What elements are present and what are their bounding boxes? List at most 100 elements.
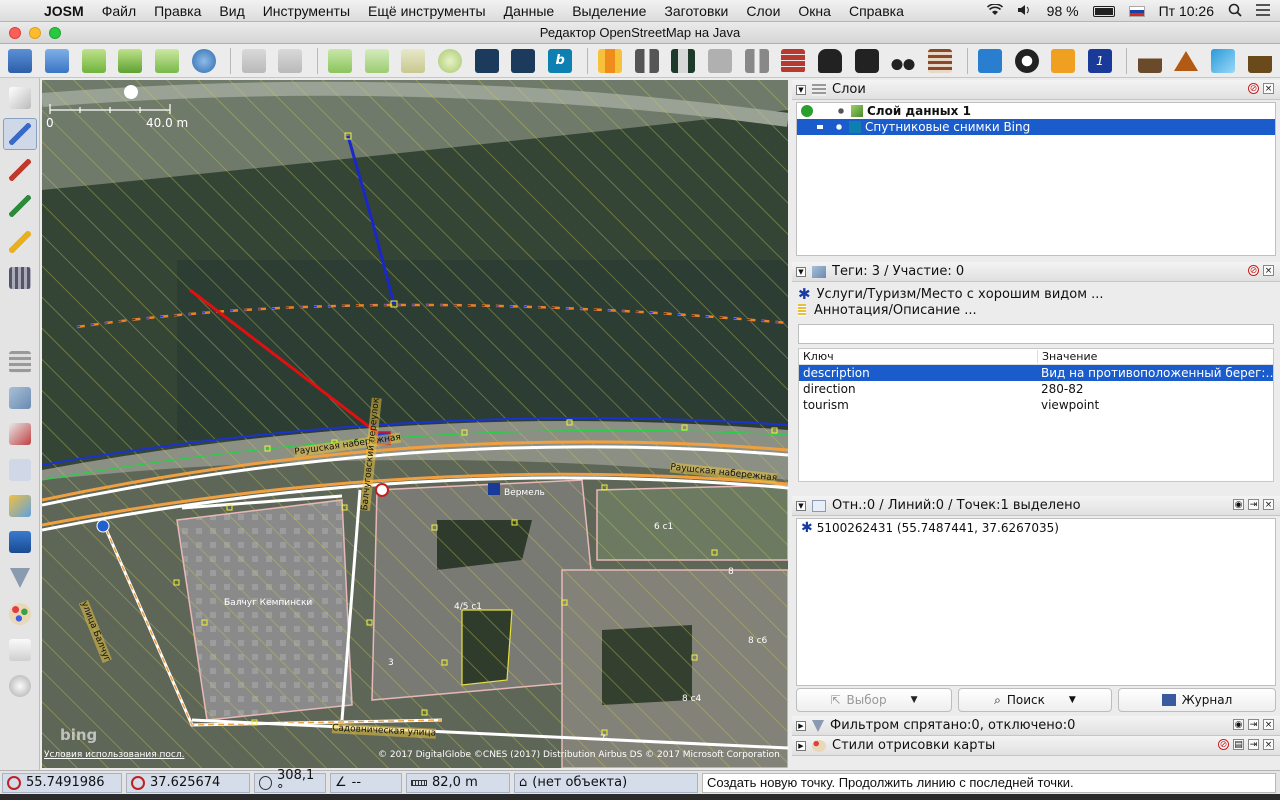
selection-item-label[interactable]: 5100262431 (55.7487441, 37.6267035) — [817, 521, 1059, 535]
history-button[interactable]: Журнал — [1118, 688, 1276, 712]
parallel-way-icon[interactable] — [3, 190, 37, 222]
validator-icon[interactable] — [3, 490, 37, 522]
minimize-window-button[interactable] — [29, 27, 41, 39]
tag-value[interactable]: 280-82 — [1037, 382, 1273, 396]
layer-row-imagery[interactable]: Спутниковые снимки Bing — [797, 119, 1275, 135]
styles-panel-header[interactable]: ▶ Стили отрисовки карты ⊘ ▤ ⇥ × — [792, 736, 1280, 756]
filter-panel-header[interactable]: ▶ Фильтром спрятано:0, отключено:0 ◉ ⇥ × — [792, 716, 1280, 736]
clock[interactable]: Пт 10:26 — [1159, 3, 1214, 19]
wifi-icon[interactable] — [986, 3, 1003, 19]
menu-tools[interactable]: Инструменты — [263, 3, 350, 19]
menu-presets[interactable]: Заготовки — [664, 3, 728, 19]
wms-icon[interactable] — [397, 46, 430, 76]
tags-panel-header[interactable]: ▼ Теги: 3 / Участие: 0 ⊘ × — [792, 262, 1280, 282]
download-along-icon[interactable] — [114, 46, 147, 76]
chevron-down-icon[interactable]: ▼ — [911, 695, 918, 705]
water-icon[interactable] — [1207, 46, 1240, 76]
settings-icon[interactable]: ▤ — [1233, 739, 1244, 750]
info-icon[interactable]: 1 — [1084, 46, 1117, 76]
expand-icon[interactable] — [3, 706, 37, 738]
preset-highway-icon[interactable] — [667, 46, 700, 76]
visibility-eye-icon[interactable]: ◉ — [1233, 719, 1244, 730]
bus-icon[interactable] — [850, 46, 883, 76]
menu-view[interactable]: Вид — [219, 3, 244, 19]
preset-link-label[interactable]: Аннотация/Описание ... — [814, 303, 977, 318]
app-menu[interactable]: JOSM — [44, 3, 84, 19]
josm-globe-icon[interactable] — [3, 670, 37, 702]
styles-icon[interactable] — [3, 598, 37, 630]
castle-icon[interactable] — [1243, 46, 1276, 76]
peak-icon[interactable] — [1170, 46, 1203, 76]
column-key[interactable]: Ключ — [799, 350, 1037, 363]
bing-icon[interactable]: b — [544, 46, 577, 76]
close-panel-icon[interactable]: × — [1263, 499, 1274, 510]
tag-key[interactable]: tourism — [799, 398, 1037, 412]
expand-icon[interactable]: ▶ — [796, 720, 806, 731]
volume-icon[interactable] — [1017, 3, 1033, 19]
pencil-icon[interactable] — [3, 226, 37, 258]
tag-filter-input[interactable] — [798, 324, 1274, 344]
collapse-icon[interactable]: ▼ — [796, 84, 806, 95]
tag-key[interactable]: direction — [799, 382, 1037, 396]
filter-icon[interactable] — [3, 562, 37, 594]
map-view[interactable]: 0 40.0 m Раушская набережная Раушская на… — [42, 80, 788, 768]
save-icon[interactable] — [41, 46, 74, 76]
tags-icon[interactable] — [3, 382, 37, 414]
search-icon[interactable] — [434, 46, 467, 76]
close-panel-icon[interactable]: × — [1263, 739, 1274, 750]
menu-help[interactable]: Справка — [849, 3, 904, 19]
tag-row[interactable]: direction 280-82 — [799, 381, 1273, 397]
download-icon[interactable] — [77, 46, 110, 76]
close-panel-icon[interactable]: × — [1263, 83, 1274, 94]
input-source-flag-icon[interactable] — [1128, 5, 1145, 17]
refresh-icon[interactable] — [188, 46, 221, 76]
preset-road-1-icon[interactable] — [470, 46, 503, 76]
close-panel-icon[interactable]: × — [1263, 719, 1274, 730]
preset-link-2[interactable]: Аннотация/Описание ... — [798, 302, 1274, 318]
notes-icon[interactable] — [3, 526, 37, 558]
detach-icon[interactable]: ⇥ — [1248, 719, 1259, 730]
preset-wall-icon[interactable] — [777, 46, 810, 76]
menu-edit[interactable]: Правка — [154, 3, 201, 19]
industrial-icon[interactable] — [1133, 46, 1166, 76]
draw-tool-icon[interactable] — [3, 118, 37, 150]
preset-link-1[interactable]: ✱ Услуги/Туризм/Место с хорошим видом ..… — [798, 285, 1274, 303]
visibility-eye-icon[interactable] — [833, 121, 845, 133]
layer-row-data[interactable]: Слой данных 1 — [797, 103, 1275, 119]
detach-icon[interactable]: ⊘ — [1218, 739, 1229, 750]
select-tool-icon[interactable] — [3, 82, 37, 114]
detach-icon[interactable]: ⇥ — [1248, 739, 1259, 750]
tag-row[interactable]: tourism viewpoint — [799, 397, 1273, 413]
zoom-to-data-icon[interactable] — [324, 46, 357, 76]
column-value[interactable]: Значение — [1037, 350, 1273, 363]
building-icon[interactable] — [3, 262, 37, 294]
menu-data[interactable]: Данные — [504, 3, 555, 19]
spotlight-icon[interactable] — [1228, 3, 1242, 20]
layers-panel-header[interactable]: ▼ Слои ⊘ × — [792, 80, 1280, 100]
more-tools-icon[interactable] — [3, 298, 37, 330]
tag-row[interactable]: description Вид на противоположенный бер… — [799, 365, 1273, 381]
car-icon[interactable] — [814, 46, 847, 76]
tag-value[interactable]: Вид на противоположенный берег:… — [1037, 366, 1273, 380]
undo-icon[interactable] — [237, 46, 270, 76]
selection-item[interactable]: ✱ 5100262431 (55.7487441, 37.6267035) — [797, 519, 1275, 537]
improve-way-icon[interactable] — [3, 154, 37, 186]
preset-barrier-icon[interactable] — [704, 46, 737, 76]
checkmark-icon[interactable] — [801, 105, 813, 117]
detach-icon[interactable]: ⊘ — [1248, 83, 1259, 94]
detach-icon[interactable]: ⇥ — [1248, 499, 1259, 510]
notification-center-icon[interactable] — [1256, 3, 1270, 19]
upload-icon[interactable] — [151, 46, 184, 76]
selection-panel-header[interactable]: ▼ Отн.:0 / Линий:0 / Точек:1 выделено ◉ … — [792, 496, 1280, 516]
terms-of-use-link[interactable]: Условия использования посл. — [44, 750, 184, 760]
shop-icon[interactable] — [1047, 46, 1080, 76]
tag-key[interactable]: description — [799, 366, 1037, 380]
collapse-icon[interactable]: ▼ — [796, 500, 806, 511]
collapse-icon[interactable]: ▼ — [796, 266, 806, 277]
close-window-button[interactable] — [9, 27, 21, 39]
preset-road-2-icon[interactable] — [507, 46, 540, 76]
sport-icon[interactable] — [1010, 46, 1043, 76]
hotel-icon[interactable] — [974, 46, 1007, 76]
preset-traffic-icon[interactable] — [740, 46, 773, 76]
history-icon[interactable] — [3, 634, 37, 666]
